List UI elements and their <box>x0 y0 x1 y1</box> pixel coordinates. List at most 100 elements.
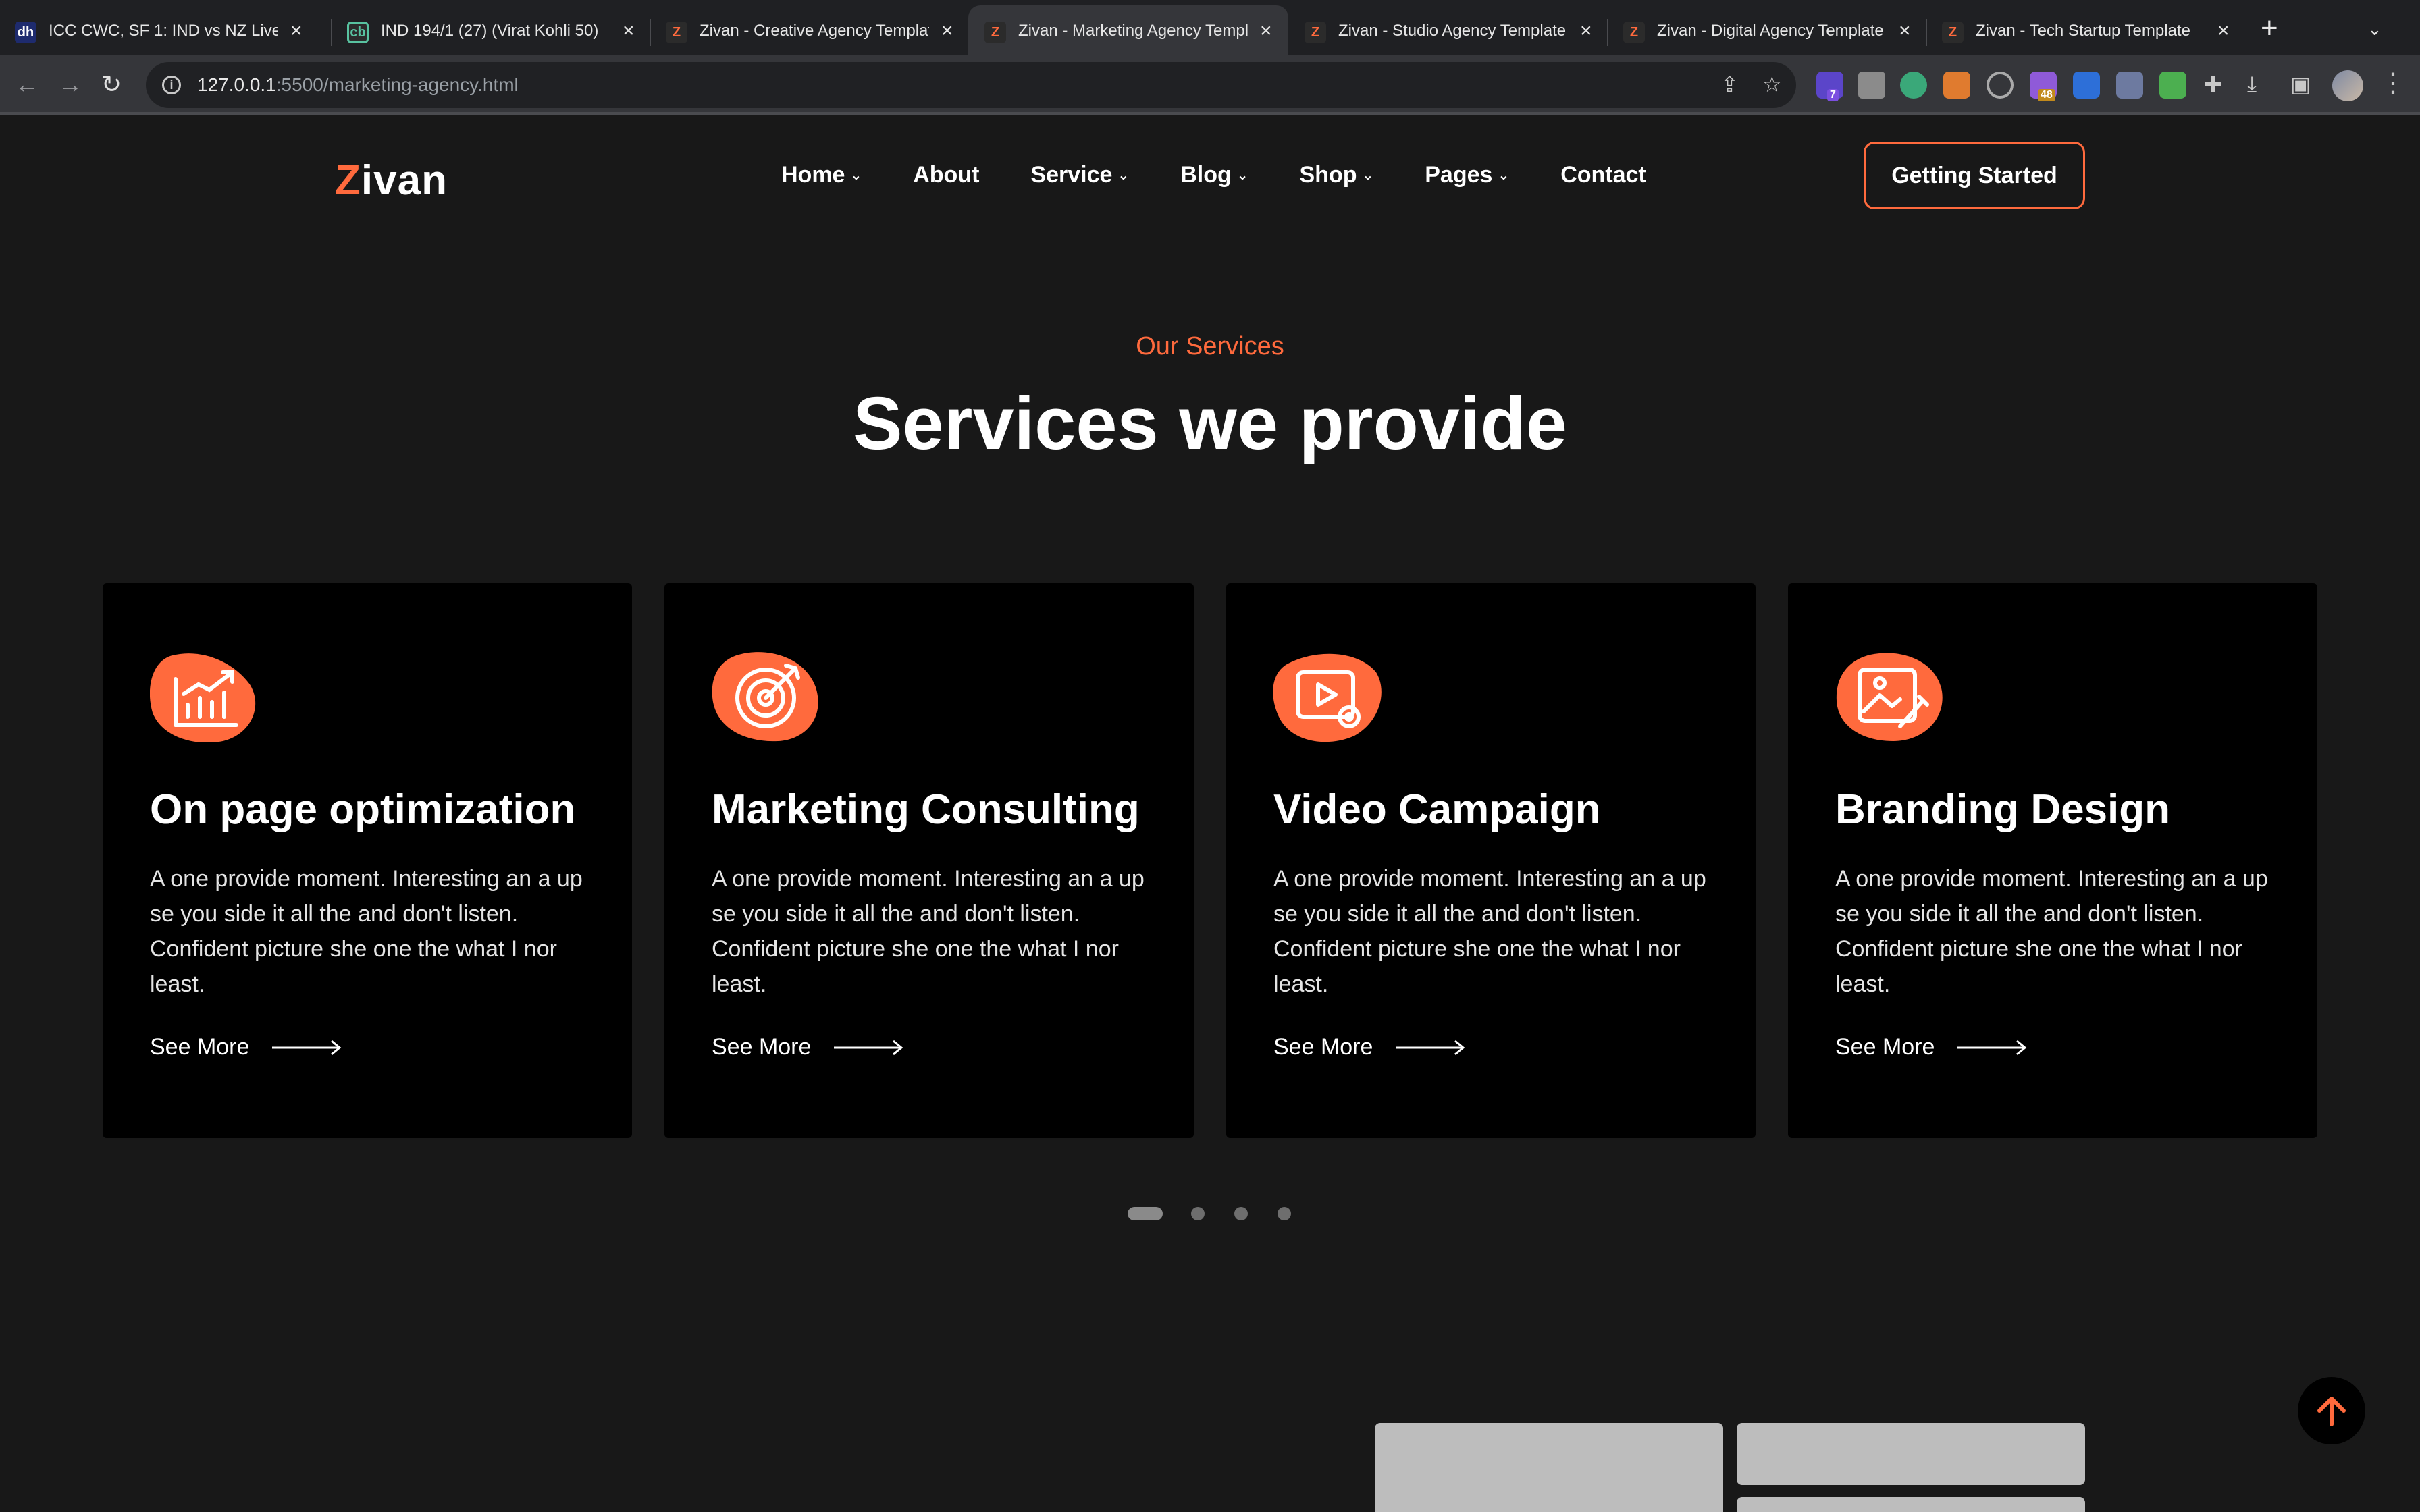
nav-pages[interactable]: Pages ⌄ <box>1425 162 1509 188</box>
profile-avatar[interactable] <box>2332 70 2363 101</box>
image-placeholder <box>1375 1423 1723 1512</box>
page: Zivan Home ⌄ About Service ⌄ Blog ⌄ Shop ⌄ P… <box>0 115 2420 1512</box>
side-panel-icon[interactable]: ▣ <box>2290 72 2311 97</box>
close-icon[interactable]: × <box>941 21 953 41</box>
card-title: Branding Design <box>1835 786 2171 833</box>
dh-favicon-icon: dh <box>15 22 36 43</box>
carousel-dot-active[interactable] <box>1128 1207 1163 1220</box>
tab-title: Zivan - Marketing Agency Template <box>1018 22 1248 40</box>
address-bar[interactable]: i 127.0.0.1:5500/marketing-agency.html <box>146 62 1796 108</box>
zivan-favicon-icon: Z <box>984 22 1006 43</box>
see-more-link[interactable]: See More <box>1273 1034 1466 1060</box>
share-icon[interactable]: ⇪ <box>1720 72 1739 97</box>
tab-7[interactable]: Z Zivan - Tech Startup Template × <box>1942 5 2230 61</box>
tab-search-chevron-icon[interactable]: ⌄ <box>2367 19 2382 40</box>
tab-5[interactable]: Z Zivan - Studio Agency Template × <box>1305 5 1592 61</box>
close-icon[interactable]: × <box>623 21 635 41</box>
cricbuzz-favicon-icon: cb <box>347 22 369 43</box>
site-logo[interactable]: Zivan <box>335 157 448 205</box>
extension-badge: 48 <box>2038 89 2055 101</box>
nav-service[interactable]: Service ⌄ <box>1030 162 1129 188</box>
video-settings-icon <box>1273 653 1382 742</box>
tab-1[interactable]: dh ICC CWC, SF 1: IND vs NZ Live × <box>15 5 302 61</box>
arrow-right-icon <box>834 1040 903 1055</box>
card-title: On page optimization <box>150 786 576 833</box>
see-more-link[interactable]: See More <box>1835 1034 2028 1060</box>
close-icon[interactable]: × <box>1260 21 1272 41</box>
tab-title: Zivan - Digital Agency Template <box>1657 22 1884 40</box>
section-title: Services we provide <box>853 382 1567 465</box>
service-card: Branding Design A one provide moment. In… <box>1788 583 2317 1138</box>
zivan-favicon-icon: Z <box>1623 22 1645 43</box>
zivan-favicon-icon: Z <box>1942 22 1964 43</box>
metamask-extension-icon[interactable] <box>1943 72 1970 99</box>
chevron-down-icon: ⌄ <box>1498 168 1510 183</box>
image-placeholder <box>1737 1497 2085 1512</box>
tab-title: ICC CWC, SF 1: IND vs NZ Live <box>49 22 278 40</box>
tab-title: IND 194/1 (27) (Virat Kohli 50) <box>381 22 599 40</box>
target-icon <box>712 652 818 742</box>
extension-7-icon[interactable] <box>2073 72 2100 99</box>
service-card: On page optimization A one provide momen… <box>103 583 632 1138</box>
url-path: :5500/marketing-agency.html <box>275 74 519 95</box>
arrow-up-icon <box>2317 1397 2346 1426</box>
arrow-right-icon <box>272 1040 342 1055</box>
new-tab-button[interactable]: + <box>2261 14 2278 43</box>
service-card: Marketing Consulting A one provide momen… <box>664 583 1194 1138</box>
tab-title: Zivan - Creative Agency Template <box>700 22 929 40</box>
nav-home[interactable]: Home ⌄ <box>781 162 862 188</box>
arrow-right-icon <box>1957 1040 2027 1055</box>
tab-4-active[interactable]: Z Zivan - Marketing Agency Template × <box>968 5 1288 61</box>
chevron-down-icon: ⌄ <box>1362 168 1374 183</box>
arrow-right-icon <box>1396 1040 1465 1055</box>
site-info-icon[interactable]: i <box>162 76 181 94</box>
card-text: A one provide moment. Interesting an a u… <box>150 866 583 997</box>
service-card: Video Campaign A one provide moment. Int… <box>1226 583 1756 1138</box>
tab-title: Zivan - Tech Startup Template <box>1976 22 2190 40</box>
zivan-favicon-icon: Z <box>666 22 687 43</box>
card-text: A one provide moment. Interesting an a u… <box>1835 866 2268 997</box>
image-edit-icon <box>1836 653 1943 741</box>
tab-3[interactable]: Z Zivan - Creative Agency Template × <box>666 5 953 61</box>
scroll-to-top-button[interactable] <box>2298 1377 2365 1444</box>
chevron-down-icon: ⌄ <box>1117 168 1130 183</box>
reload-icon[interactable]: ↻ <box>101 68 122 101</box>
card-text: A one provide moment. Interesting an a u… <box>712 866 1145 997</box>
chevron-down-icon: ⌄ <box>1236 168 1248 183</box>
camera-extension-icon[interactable] <box>1858 72 1885 99</box>
section-kicker: Our Services <box>1136 332 1284 360</box>
nav-blog[interactable]: Blog ⌄ <box>1180 162 1248 188</box>
tab-2[interactable]: cb IND 194/1 (27) (Virat Kohli 50) × <box>347 5 635 61</box>
main-nav: Home ⌄ About Service ⌄ Blog ⌄ Shop ⌄ Pages ⌄ … <box>781 162 1698 188</box>
forward-icon[interactable]: → <box>58 68 82 101</box>
see-more-link[interactable]: See More <box>712 1034 904 1060</box>
nav-about[interactable]: About <box>913 162 979 188</box>
extension-9-icon[interactable] <box>2159 72 2186 99</box>
carousel-dot[interactable] <box>1278 1207 1291 1220</box>
close-icon[interactable]: × <box>2217 21 2230 41</box>
download-icon[interactable]: ⤓ <box>2247 72 2257 97</box>
see-more-link[interactable]: See More <box>150 1034 342 1060</box>
carousel-dot[interactable] <box>1191 1207 1205 1220</box>
close-icon[interactable]: × <box>1899 21 1911 41</box>
nav-shop[interactable]: Shop ⌄ <box>1300 162 1374 188</box>
card-title: Video Campaign <box>1273 786 1601 833</box>
tab-6[interactable]: Z Zivan - Digital Agency Template × <box>1623 5 1911 61</box>
url-host: 127.0.0.1 <box>197 74 276 95</box>
close-icon[interactable]: × <box>290 21 302 41</box>
extension-5-icon[interactable] <box>1987 72 2014 99</box>
close-icon[interactable]: × <box>1580 21 1592 41</box>
back-icon[interactable]: ← <box>15 68 39 101</box>
extension-3-icon[interactable] <box>1900 72 1927 99</box>
extension-badge: 7 <box>1827 89 1839 101</box>
chart-growth-icon <box>150 653 256 742</box>
browser-menu-icon[interactable]: ⋮ <box>2379 68 2406 99</box>
chevron-down-icon: ⌄ <box>850 168 862 183</box>
code-extension-icon[interactable] <box>2116 72 2143 99</box>
card-text: A one provide moment. Interesting an a u… <box>1273 866 1706 997</box>
carousel-dot[interactable] <box>1234 1207 1248 1220</box>
extensions-puzzle-icon[interactable]: ✚ <box>2204 72 2222 97</box>
bookmark-star-icon[interactable]: ☆ <box>1762 72 1782 97</box>
getting-started-button[interactable]: Getting Started <box>1864 142 2085 209</box>
nav-contact[interactable]: Contact <box>1560 162 1646 188</box>
